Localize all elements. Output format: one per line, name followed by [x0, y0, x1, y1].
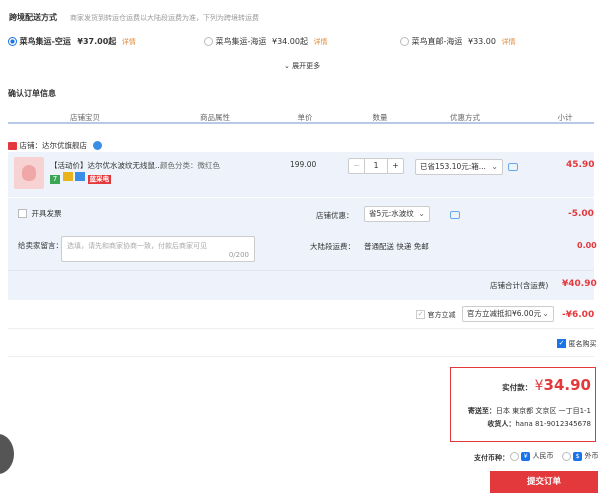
shop-label: 店铺： — [19, 141, 43, 150]
shop-coupon-amount: -5.00 — [568, 209, 594, 219]
shop-name-link[interactable]: 达尔优旗舰店 — [42, 141, 87, 150]
badge-7day-icon: 7 — [50, 175, 60, 184]
shipping-title: 跨境配送方式 — [9, 13, 57, 22]
shop-coupon-value: 省5元:水波纹 — [369, 209, 414, 218]
currency-option-foreign[interactable]: $ 外币 — [562, 451, 598, 461]
official-discount-checkbox[interactable]: ✓ — [416, 310, 425, 319]
badge-shield-icon — [75, 172, 86, 181]
expand-more-label: 展开更多 — [292, 62, 321, 70]
currency-option-name: 外币 — [584, 452, 599, 460]
message-label: 给卖家留言： — [18, 241, 63, 250]
chevron-down-icon: ⌄ — [542, 309, 549, 318]
address-label: 寄送至： — [467, 407, 496, 415]
shipping-option-price: ¥33.00 — [467, 37, 496, 46]
pay-value: 34.90 — [543, 376, 591, 394]
product-badges: 7 蓝采电 — [50, 172, 112, 184]
item-discount-select[interactable]: 已省153.10元:箱... ⌄ — [415, 159, 503, 175]
radio-icon — [562, 451, 571, 461]
header-underline — [8, 122, 594, 124]
message-textarea[interactable]: 选填，请先和商家协商一致，付款后商家可见 0/200 — [61, 236, 255, 262]
shipping-option-detail-link[interactable]: 详情 — [122, 38, 136, 46]
shop-total-value: ¥40.90 — [562, 279, 597, 289]
shipping-option-air[interactable]: 菜鸟集运-空运 ¥37.00起 详情 — [8, 36, 136, 47]
anonymous-checkbox[interactable]: ✓ — [557, 339, 566, 348]
shop-icon — [8, 141, 17, 150]
invoice-label: 开具发票 — [31, 209, 62, 218]
shipping-option-name: 菜鸟集运-海运 — [215, 37, 267, 46]
mainland-shipping-amount: 0.00 — [577, 241, 597, 250]
shipping-option-price: ¥34.00起 — [271, 37, 308, 46]
anonymous-checkbox-row[interactable]: ✓ 匿名购买 — [557, 339, 597, 349]
shipping-option-detail-link[interactable]: 详情 — [314, 38, 328, 46]
shipping-option-price: ¥37.00起 — [77, 37, 117, 46]
shop-coupon-select[interactable]: 省5元:水波纹 ⌄ — [364, 206, 430, 222]
shop-total-label: 店铺合计(含运费) — [490, 281, 549, 290]
product-title-link[interactable]: 【活动价】达尔优水波纹无线鼠... — [50, 160, 162, 171]
quantity-input[interactable]: 1 — [365, 159, 387, 173]
receiver-label: 收货人： — [487, 420, 516, 428]
pay-amount-row: 实付款： ¥34.90 — [502, 376, 591, 394]
mainland-shipping-label: 大陆段运费： — [310, 242, 355, 251]
radio-selected-icon — [8, 37, 17, 46]
badge-label: 蓝采电 — [87, 175, 112, 184]
mouse-image — [22, 165, 36, 181]
currency-option-rmb[interactable]: ¥ 人民币 — [510, 451, 553, 461]
item-subtotal: 45.90 — [566, 160, 595, 170]
product-unit-price: 199.00 — [290, 160, 317, 169]
message-placeholder: 选填，请先和商家协商一致，付款后商家可见 — [67, 242, 207, 250]
address-row: 寄送至：日本 東京都 文京区 一丁目1-1 — [468, 406, 591, 416]
quantity-stepper: − 1 + — [348, 158, 404, 174]
chat-icon[interactable] — [92, 141, 102, 150]
receiver-value: hana 81-9012345678 — [515, 420, 591, 428]
product-attribute: 颜色分类：微红色 — [160, 161, 220, 170]
coupon-info-icon[interactable] — [449, 211, 460, 219]
submit-order-button[interactable]: 提交订单 — [490, 471, 598, 493]
expand-more-button[interactable]: ⌄ 展开更多 — [284, 61, 320, 71]
official-discount-value: 官方立减抵扣¥6.00元 — [467, 309, 541, 318]
item-discount-value: 已省153.10元:箱... — [420, 162, 486, 171]
shipping-option-detail-link[interactable]: 详情 — [502, 38, 516, 46]
shop-coupon-label: 店铺优惠： — [316, 211, 354, 220]
rmb-icon: ¥ — [521, 451, 531, 461]
shipping-option-name: 菜鸟集运-空运 — [19, 37, 71, 46]
anonymous-label: 匿名购买 — [568, 340, 597, 348]
radio-icon — [400, 37, 409, 46]
quantity-minus-button[interactable]: − — [349, 159, 365, 173]
radio-icon — [510, 451, 519, 461]
address-value: 日本 東京都 文京区 一丁目1-1 — [495, 407, 591, 415]
product-thumbnail[interactable] — [14, 157, 44, 189]
divider — [8, 270, 594, 271]
pay-label: 实付款： — [502, 383, 533, 392]
official-discount-select[interactable]: 官方立减抵扣¥6.00元 ⌄ — [462, 306, 554, 322]
shipping-option-name: 菜鸟直邮-海运 — [411, 37, 463, 46]
receiver-row: 收货人：hana 81-9012345678 — [487, 419, 591, 429]
shop-row: 店铺：达尔优旗舰店 — [8, 140, 102, 151]
mainland-shipping-value: 普通配送 快递 免邮 — [364, 242, 429, 251]
order-title: 确认订单信息 — [8, 89, 56, 98]
chevron-down-icon: ⌄ — [418, 209, 425, 218]
invoice-checkbox-row[interactable]: 开具发票 — [18, 208, 62, 219]
official-discount-amount: -¥6.00 — [562, 310, 595, 320]
badge-guarantee-icon — [62, 172, 73, 181]
discount-info-icon[interactable] — [508, 163, 518, 171]
divider — [8, 328, 594, 329]
chevron-down-icon: ⌄ — [491, 162, 498, 171]
divider — [8, 356, 594, 357]
message-char-count: 0/200 — [228, 251, 249, 259]
official-discount-checkbox-row[interactable]: ✓ 官方立减 — [416, 310, 456, 320]
foreign-currency-icon: $ — [573, 451, 583, 461]
invoice-checkbox[interactable] — [18, 209, 27, 218]
order-summary-box: 实付款： ¥34.90 寄送至：日本 東京都 文京区 一丁目1-1 收货人：ha… — [450, 367, 596, 442]
currency-option-name: 人民币 — [532, 452, 554, 460]
quantity-plus-button[interactable]: + — [387, 159, 403, 173]
chevron-down-icon: ⌄ — [284, 62, 290, 70]
floating-circle — [0, 434, 14, 474]
radio-icon — [204, 37, 213, 46]
shipping-option-direct-sea[interactable]: 菜鸟直邮-海运 ¥33.00 详情 — [400, 36, 516, 47]
pay-currency: ¥ — [534, 378, 544, 394]
shipping-note: 商家发货到转运仓运费以大陆段运费为准，下列为跨境转运费 — [70, 14, 259, 22]
official-discount-label: 官方立减 — [427, 311, 456, 319]
shipping-option-sea[interactable]: 菜鸟集运-海运 ¥34.00起 详情 — [204, 36, 328, 47]
currency-label: 支付币种： — [474, 454, 509, 462]
